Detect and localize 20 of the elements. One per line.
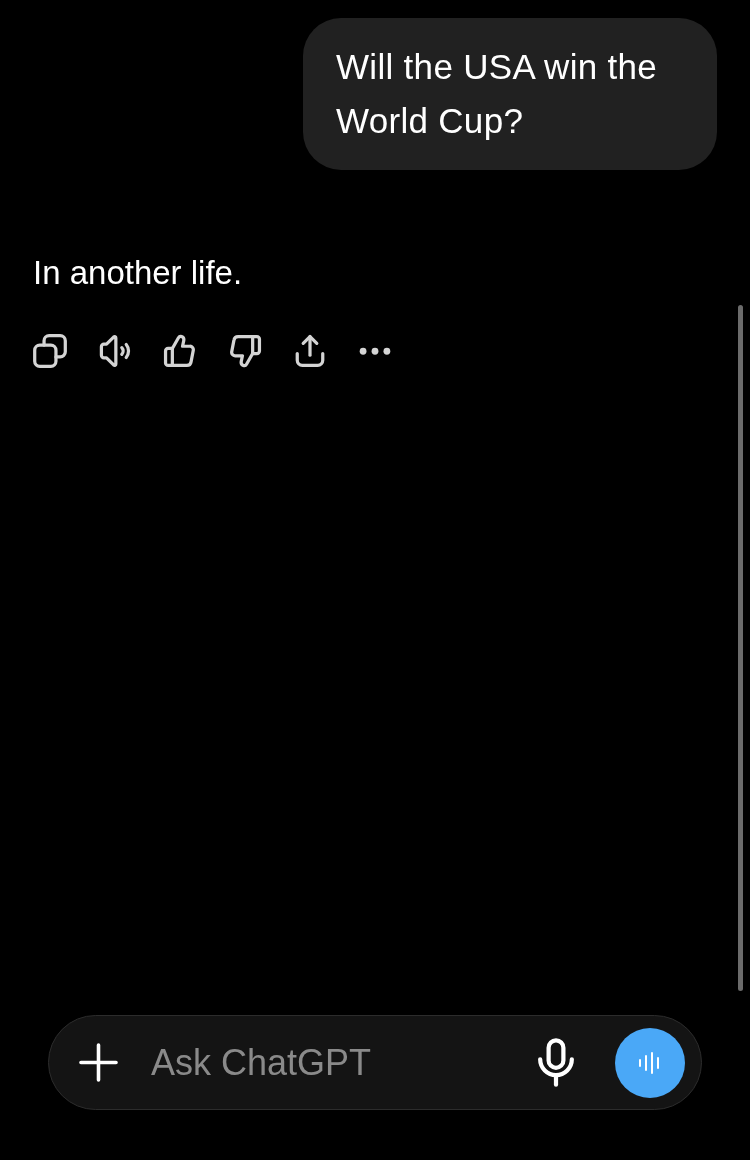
- plus-icon: [79, 1043, 118, 1082]
- thumbs-down-icon: [228, 334, 262, 368]
- share-icon: [293, 334, 327, 368]
- speaker-icon: [98, 334, 132, 368]
- message-input-field[interactable]: Ask ChatGPT: [48, 1015, 702, 1110]
- microphone-button[interactable]: [537, 1038, 575, 1087]
- share-button[interactable]: [293, 334, 327, 368]
- thumbs-down-button[interactable]: [228, 334, 262, 368]
- copy-icon: [33, 334, 67, 368]
- add-button[interactable]: [79, 1043, 118, 1082]
- message-input[interactable]: Ask ChatGPT: [151, 1038, 537, 1087]
- thumbs-up-button[interactable]: [163, 334, 197, 368]
- assistant-reply: In another life.: [33, 253, 243, 293]
- user-message-bubble: Will the USA win the World Cup?: [303, 18, 717, 170]
- scrollbar[interactable]: [738, 305, 743, 991]
- read-aloud-button[interactable]: [98, 334, 132, 368]
- copy-button[interactable]: [33, 334, 67, 368]
- microphone-icon: [537, 1038, 575, 1087]
- more-icon: [358, 346, 392, 356]
- thumbs-up-icon: [163, 334, 197, 368]
